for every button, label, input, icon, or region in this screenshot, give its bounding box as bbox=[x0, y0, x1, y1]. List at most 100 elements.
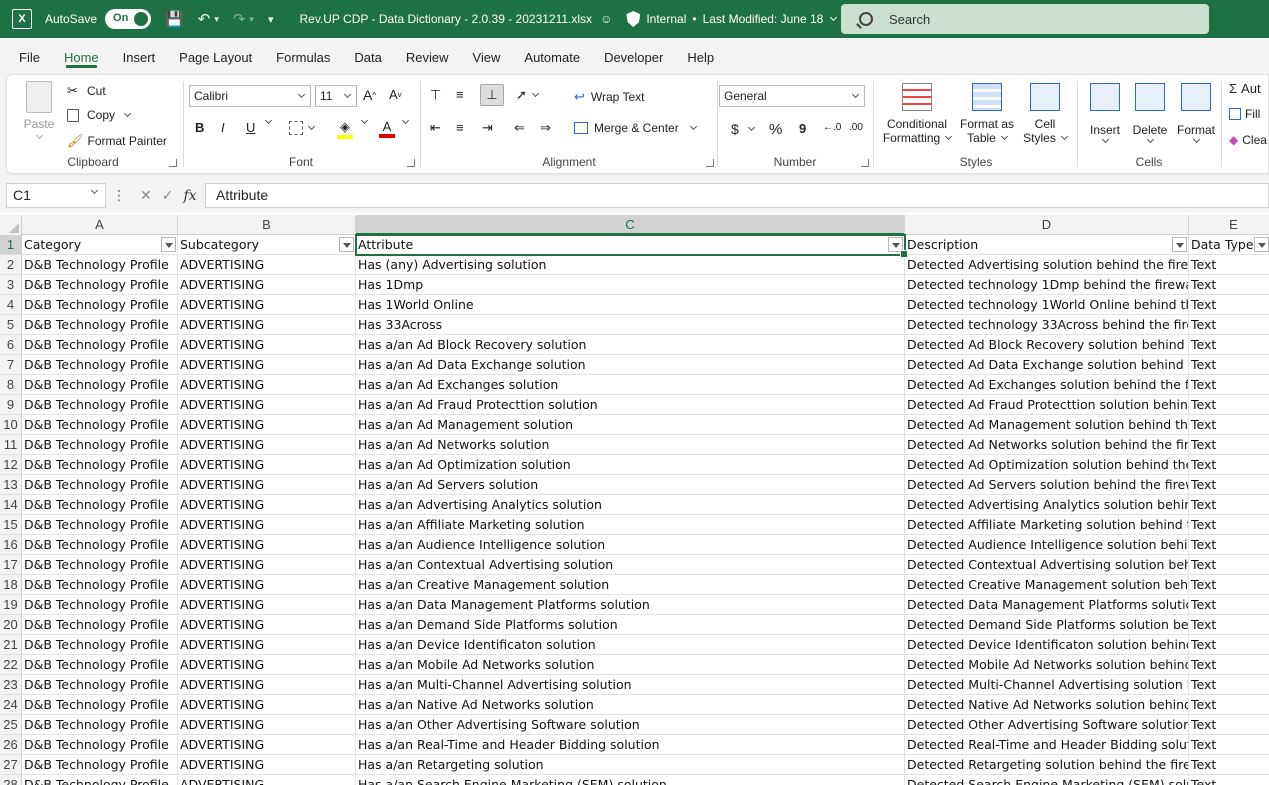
cell-subcategory[interactable]: ADVERTISING bbox=[178, 515, 356, 535]
cell-description[interactable]: Detected Data Management Platforms solut… bbox=[905, 595, 1189, 615]
font-color-button[interactable]: A bbox=[379, 119, 395, 138]
row-header[interactable]: 12 bbox=[0, 455, 22, 475]
cell-category[interactable]: D&B Technology Profile bbox=[22, 295, 178, 315]
cell-subcategory[interactable]: ADVERTISING bbox=[178, 635, 356, 655]
cell-description[interactable]: Detected technology 1Dmp behind the fire… bbox=[905, 275, 1189, 295]
cell-description[interactable]: Detected Other Advertising Software solu… bbox=[905, 715, 1189, 735]
cell-data-type[interactable]: Text bbox=[1189, 615, 1269, 635]
redo-dropdown-icon[interactable]: ▾ bbox=[249, 14, 254, 25]
cell-data-type[interactable]: Text bbox=[1189, 255, 1269, 275]
decrease-decimal-icon[interactable]: .00 bbox=[849, 122, 863, 133]
header-cell-category[interactable]: Category bbox=[22, 235, 178, 255]
cell-subcategory[interactable]: ADVERTISING bbox=[178, 495, 356, 515]
cell-attribute[interactable]: Has a/an Multi-Channel Advertising solut… bbox=[356, 675, 905, 695]
cell-data-type[interactable]: Text bbox=[1189, 575, 1269, 595]
row-header[interactable]: 22 bbox=[0, 655, 22, 675]
row-header[interactable]: 24 bbox=[0, 695, 22, 715]
cell-description[interactable]: Detected Audience Intelligence solution … bbox=[905, 535, 1189, 555]
tab-formulas[interactable]: Formulas bbox=[264, 38, 342, 72]
cell-subcategory[interactable]: ADVERTISING bbox=[178, 695, 356, 715]
fill-color-dropdown[interactable] bbox=[356, 116, 369, 125]
cell-styles-button[interactable]: Cell Styles bbox=[1021, 83, 1069, 145]
cell-data-type[interactable]: Text bbox=[1189, 475, 1269, 495]
format-cells-button[interactable]: Format bbox=[1175, 83, 1217, 144]
tab-view[interactable]: View bbox=[460, 38, 512, 72]
row-header[interactable]: 7 bbox=[0, 355, 22, 375]
cell-category[interactable]: D&B Technology Profile bbox=[22, 535, 178, 555]
decrease-font-size-icon[interactable]: Av bbox=[389, 87, 402, 102]
cell-category[interactable]: D&B Technology Profile bbox=[22, 275, 178, 295]
column-header-d[interactable]: D bbox=[905, 215, 1189, 235]
insert-cells-button[interactable]: Insert bbox=[1085, 83, 1125, 144]
cell-category[interactable]: D&B Technology Profile bbox=[22, 615, 178, 635]
cell-data-type[interactable]: Text bbox=[1189, 415, 1269, 435]
cell-attribute[interactable]: Has a/an Device Identificaton solution bbox=[356, 635, 905, 655]
align-center-icon[interactable]: ≡ bbox=[456, 120, 464, 135]
search-box[interactable]: Search bbox=[841, 4, 1209, 34]
cell-attribute[interactable]: Has a/an Contextual Advertising solution bbox=[356, 555, 905, 575]
cell-subcategory[interactable]: ADVERTISING bbox=[178, 375, 356, 395]
row-header[interactable]: 14 bbox=[0, 495, 22, 515]
currency-button[interactable]: $ bbox=[731, 121, 755, 137]
cell-attribute[interactable]: Has a/an Affiliate Marketing solution bbox=[356, 515, 905, 535]
undo-icon[interactable]: ↶ bbox=[198, 10, 211, 28]
cell-subcategory[interactable]: ADVERTISING bbox=[178, 335, 356, 355]
row-header[interactable]: 19 bbox=[0, 595, 22, 615]
cell-attribute[interactable]: Has a/an Ad Data Exchange solution bbox=[356, 355, 905, 375]
cell-subcategory[interactable]: ADVERTISING bbox=[178, 315, 356, 335]
cell-category[interactable]: D&B Technology Profile bbox=[22, 495, 178, 515]
cell-category[interactable]: D&B Technology Profile bbox=[22, 575, 178, 595]
cell-subcategory[interactable]: ADVERTISING bbox=[178, 615, 356, 635]
cell-subcategory[interactable]: ADVERTISING bbox=[178, 575, 356, 595]
cell-attribute[interactable]: Has a/an Creative Management solution bbox=[356, 575, 905, 595]
copy-button[interactable]: Copy bbox=[67, 108, 132, 122]
cell-description[interactable]: Detected Ad Servers solution behind the … bbox=[905, 475, 1189, 495]
cell-category[interactable]: D&B Technology Profile bbox=[22, 335, 178, 355]
orientation-icon[interactable]: ➚ bbox=[516, 87, 539, 103]
cell-data-type[interactable]: Text bbox=[1189, 395, 1269, 415]
cell-data-type[interactable]: Text bbox=[1189, 335, 1269, 355]
cell-description[interactable]: Detected Ad Fraud Protecttion solution b… bbox=[905, 395, 1189, 415]
cell-data-type[interactable]: Text bbox=[1189, 595, 1269, 615]
cell-description[interactable]: Detected Creative Management solution be… bbox=[905, 575, 1189, 595]
conditional-formatting-button[interactable]: Conditional Formatting bbox=[883, 83, 953, 145]
dialog-launcher-icon[interactable] bbox=[861, 159, 869, 167]
cell-attribute[interactable]: Has a/an Retargeting solution bbox=[356, 755, 905, 775]
cell-data-type[interactable]: Text bbox=[1189, 755, 1269, 775]
increase-indent-icon[interactable]: ⇒ bbox=[540, 120, 551, 136]
row-header-1[interactable]: 1 bbox=[0, 235, 22, 255]
cell-data-type[interactable]: Text bbox=[1189, 555, 1269, 575]
undo-dropdown-icon[interactable]: ▾ bbox=[214, 14, 219, 25]
cell-description[interactable]: Detected Contextual Advertising solution… bbox=[905, 555, 1189, 575]
cell-category[interactable]: D&B Technology Profile bbox=[22, 655, 178, 675]
tab-page-layout[interactable]: Page Layout bbox=[167, 38, 264, 72]
cell-attribute[interactable]: Has a/an Ad Fraud Protecttion solution bbox=[356, 395, 905, 415]
row-header[interactable]: 18 bbox=[0, 575, 22, 595]
font-size-select[interactable]: 11 bbox=[315, 85, 357, 107]
cell-subcategory[interactable]: ADVERTISING bbox=[178, 295, 356, 315]
cell-subcategory[interactable]: ADVERTISING bbox=[178, 555, 356, 575]
column-header-b[interactable]: B bbox=[178, 215, 356, 235]
more-options-icon[interactable]: ⋮ bbox=[112, 187, 126, 204]
cell-description[interactable]: Detected technology 33Across behind the … bbox=[905, 315, 1189, 335]
formula-input[interactable]: Attribute bbox=[205, 183, 1269, 208]
tab-developer[interactable]: Developer bbox=[592, 38, 675, 72]
bold-button[interactable]: B bbox=[195, 120, 204, 135]
align-top-icon[interactable]: ⊤ bbox=[430, 87, 441, 103]
cell-description[interactable]: Detected technology 1World Online behind… bbox=[905, 295, 1189, 315]
cell-category[interactable]: D&B Technology Profile bbox=[22, 775, 178, 785]
cell-category[interactable]: D&B Technology Profile bbox=[22, 595, 178, 615]
row-header[interactable]: 3 bbox=[0, 275, 22, 295]
row-header[interactable]: 21 bbox=[0, 635, 22, 655]
cell-data-type[interactable]: Text bbox=[1189, 295, 1269, 315]
tab-help[interactable]: Help bbox=[675, 38, 726, 72]
cell-category[interactable]: D&B Technology Profile bbox=[22, 435, 178, 455]
percent-button[interactable]: % bbox=[769, 121, 782, 138]
cell-description[interactable]: Detected Ad Optimization solution behind… bbox=[905, 455, 1189, 475]
cell-category[interactable]: D&B Technology Profile bbox=[22, 735, 178, 755]
row-header[interactable]: 23 bbox=[0, 675, 22, 695]
redo-icon[interactable]: ↷ bbox=[233, 10, 246, 28]
cell-data-type[interactable]: Text bbox=[1189, 635, 1269, 655]
cell-attribute[interactable]: Has 1Dmp bbox=[356, 275, 905, 295]
align-left-icon[interactable]: ⇤ bbox=[430, 120, 441, 136]
